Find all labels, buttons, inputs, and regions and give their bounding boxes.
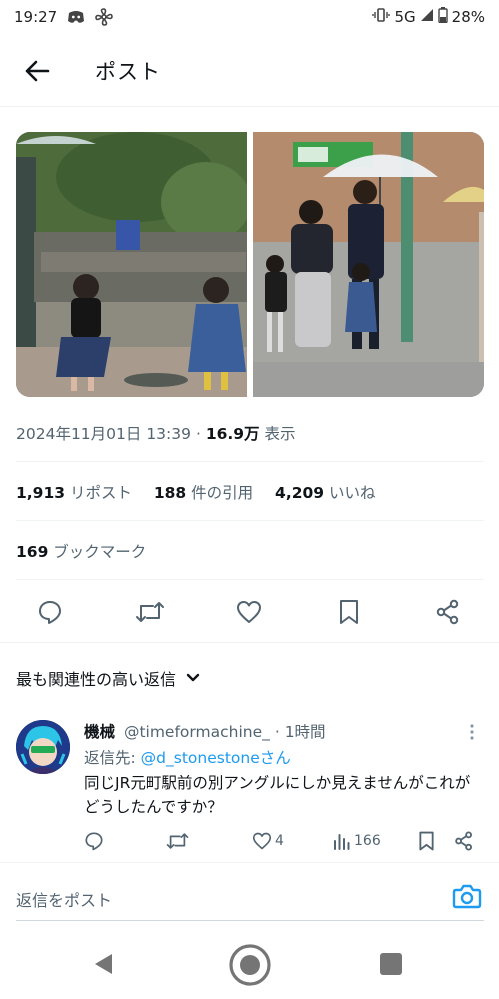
reply-to-line: 返信先: @d_stonestoneさん [84, 746, 291, 768]
bookmarks-label: ブックマーク [53, 543, 147, 561]
reply-views-button[interactable]: 166 [333, 828, 381, 854]
chevron-down-icon [186, 673, 200, 682]
share-icon [455, 831, 473, 851]
views-count: 16.9万 [205, 425, 260, 443]
reply-like-count: 4 [275, 833, 284, 849]
reply-header: 機械 @timeformachine_ · 1時間 [84, 720, 326, 742]
reply-display-name[interactable]: 機械 [84, 723, 115, 741]
share-button[interactable] [432, 596, 464, 628]
nav-back-button[interactable] [92, 952, 114, 980]
post-actions [0, 596, 499, 628]
repost-icon [166, 833, 189, 849]
page-title: ポスト [95, 60, 161, 84]
status-right: 5G 28% [372, 7, 485, 27]
battery-icon [437, 7, 448, 27]
bookmark-icon [340, 600, 358, 624]
reply-button[interactable] [34, 596, 66, 628]
pinwheel-icon [95, 8, 114, 26]
repost-button[interactable] [134, 596, 166, 628]
reply-dot: · [274, 723, 280, 741]
reply-to-handle[interactable]: @d_stonestoneさん [141, 749, 291, 767]
quotes-stat[interactable]: 188 件の引用 [154, 484, 253, 502]
replies-sort-label: 最も関連性の高い返信 [16, 670, 177, 689]
bookmarks-count: 169 [16, 543, 49, 561]
discord-icon [67, 10, 85, 24]
reply-views-count: 166 [354, 833, 381, 849]
reply-share-button[interactable] [454, 828, 474, 854]
post-media[interactable] [16, 132, 484, 397]
header-divider [0, 106, 499, 107]
bookmark-icon [419, 831, 434, 851]
avatar[interactable] [16, 720, 70, 774]
divider-stats [16, 520, 484, 521]
reposts-label: リポスト [69, 484, 132, 502]
reply-input[interactable]: 返信をポスト [16, 887, 112, 911]
divider-actions [0, 642, 499, 643]
more-vertical-icon [470, 724, 474, 740]
replies-sort-dropdown[interactable]: 最も関連性の高い返信 [16, 666, 200, 690]
vibrate-icon [372, 8, 391, 26]
reposts-stat[interactable]: 1,913 リポスト [16, 484, 132, 502]
like-icon [237, 601, 261, 623]
reply-text: 同じJR元町駅前の別アングルにしか見えませんがこれがどうしたんですか？ [84, 774, 471, 816]
divider-reply [0, 862, 499, 863]
repost-icon [136, 602, 164, 622]
system-nav-bar [0, 940, 499, 999]
post-header: ポスト [0, 44, 499, 96]
photo-man-umbrella-greeting [253, 132, 484, 397]
divider-bookmarks [16, 579, 484, 580]
bookmark-button[interactable] [333, 596, 365, 628]
back-button[interactable] [22, 56, 52, 86]
meta-separator: · [195, 425, 201, 443]
reply-icon [85, 832, 103, 851]
share-icon [436, 599, 459, 625]
reply-repost-button[interactable] [166, 828, 189, 854]
network-label: 5G [394, 8, 416, 26]
post-stats: 1,913 リポスト 188 件の引用 4,209 いいね [16, 481, 376, 503]
reply-reply-button[interactable] [84, 828, 104, 854]
photo-children-plaza [16, 132, 247, 397]
reply-composer[interactable]: 返信をポスト [16, 878, 484, 918]
post-timestamp-views: 2024年11月01日 13:39 · 16.9万 表示 [16, 422, 296, 444]
reply-icon [39, 601, 61, 624]
divider-meta [16, 461, 484, 462]
like-icon [252, 832, 272, 850]
reply-to-suffix: さん [259, 749, 291, 767]
reply-like-button[interactable]: 4 [252, 828, 284, 854]
media-photo-right[interactable] [253, 132, 484, 397]
reply-to-handle-text: @d_stonestone [140, 749, 260, 767]
media-photo-left[interactable] [16, 132, 247, 397]
nav-recents-button[interactable] [380, 953, 402, 975]
reply-handle[interactable]: @timeformachine_ [124, 723, 270, 741]
nav-home-icon [229, 944, 271, 986]
battery-percent: 28% [451, 8, 485, 26]
reply-time[interactable]: 1時間 [285, 723, 326, 741]
reply-bookmark-button[interactable] [418, 828, 435, 854]
post-timestamp[interactable]: 2024年11月01日 13:39 [16, 425, 191, 443]
views-label: 表示 [264, 425, 296, 443]
reposts-count: 1,913 [16, 484, 66, 502]
reply-to-label: 返信先: [84, 749, 136, 767]
camera-icon [452, 884, 482, 909]
more-options-button[interactable] [464, 722, 480, 742]
camera-button[interactable] [452, 882, 482, 912]
signal-icon [420, 8, 434, 26]
quotes-label: 件の引用 [191, 484, 254, 502]
likes-label: いいね [329, 484, 376, 502]
like-button[interactable] [233, 596, 265, 628]
reply-actions: 4 166 [0, 828, 499, 854]
nav-back-icon [95, 954, 112, 974]
likes-stat[interactable]: 4,209 いいね [275, 484, 375, 502]
status-time: 19:27 [14, 8, 58, 26]
composer-underline [16, 920, 484, 921]
analytics-icon [334, 834, 350, 850]
quotes-count: 188 [153, 484, 187, 502]
avatar-image [16, 720, 70, 774]
arrow-left-icon [25, 60, 50, 82]
bookmarks-stat: 169 ブックマーク [16, 540, 146, 562]
nav-home-button[interactable] [228, 943, 272, 987]
status-bar: 19:27 5G 28% [0, 0, 499, 34]
likes-count: 4,209 [275, 484, 325, 502]
